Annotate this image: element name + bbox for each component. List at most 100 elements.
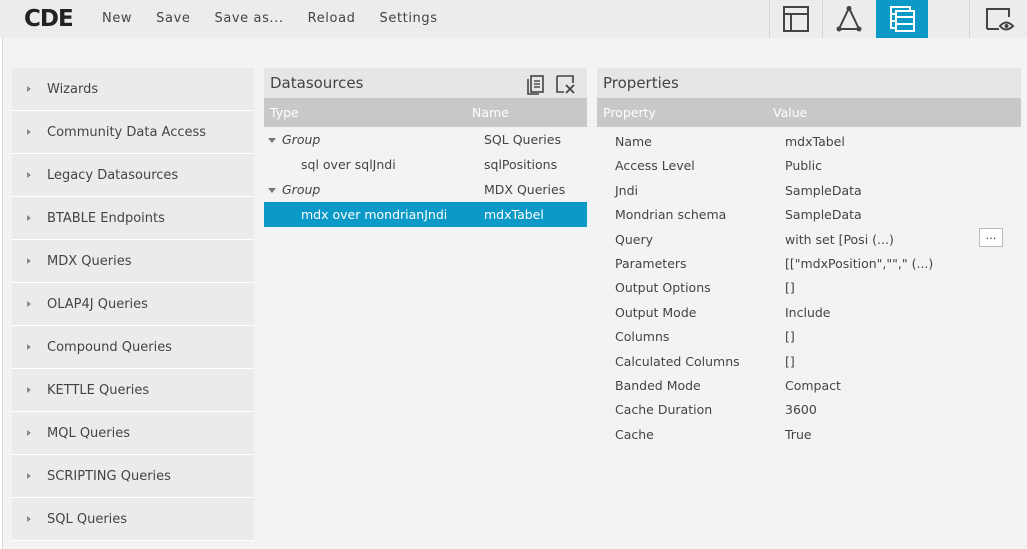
property-name: Query <box>615 231 653 247</box>
property-name: Parameters <box>615 255 687 271</box>
property-value[interactable]: mdxTabel <box>785 134 845 149</box>
property-value[interactable]: [["mdxPosition",""," (...) <box>785 256 933 271</box>
palette-item-kettle-queries[interactable]: KETTLE Queries <box>12 369 254 412</box>
property-row-output-options[interactable]: Output Options [] <box>597 277 1021 301</box>
property-value[interactable]: Public <box>785 158 822 173</box>
settings-button[interactable]: Settings <box>380 0 438 38</box>
palette-item-legacy-datasources[interactable]: Legacy Datasources <box>12 154 254 197</box>
datasource-palette: Wizards Community Data Access Legacy Dat… <box>12 68 254 549</box>
property-row-jndi[interactable]: Jndi SampleData <box>597 180 1021 204</box>
main-menu: New Save Save as... Reload Settings <box>102 0 462 38</box>
edit-query-button[interactable]: ... <box>979 227 1003 247</box>
layout-mode-button[interactable] <box>769 0 822 38</box>
expand-arrow-icon <box>27 473 31 479</box>
palette-item-label: Legacy Datasources <box>47 167 179 183</box>
property-row-query[interactable]: Query with set [Posi (...) ... <box>597 227 1021 253</box>
palette-item-label: MQL Queries <box>47 425 131 441</box>
palette-item-sql-queries[interactable]: SQL Queries <box>12 498 254 541</box>
property-row-banded-mode[interactable]: Banded Mode Compact <box>597 375 1021 399</box>
expand-arrow-icon <box>27 215 31 221</box>
palette-item-label: KETTLE Queries <box>47 382 150 398</box>
expand-arrow-icon <box>27 258 31 264</box>
property-row-cache[interactable]: Cache True <box>597 424 1021 448</box>
property-name: Output Mode <box>615 304 697 320</box>
property-value[interactable]: True <box>785 427 812 442</box>
save-button[interactable]: Save <box>156 0 190 38</box>
property-row-access-level[interactable]: Access Level Public <box>597 155 1021 179</box>
datasources-column-header: Type Name <box>264 98 587 127</box>
cde-logo: CDE <box>24 4 74 34</box>
property-row-columns[interactable]: Columns [] <box>597 326 1021 350</box>
datasource-row-mdxtabel[interactable]: mdx over mondrianJndi mdxTabel <box>264 202 587 227</box>
name-column-header: Name <box>472 105 509 120</box>
expand-arrow-icon <box>27 430 31 436</box>
properties-panel-header: Properties <box>597 68 1021 98</box>
properties-panel: Properties Property Value Name mdxTabel … <box>597 68 1021 448</box>
property-row-parameters[interactable]: Parameters [["mdxPosition",""," (...) <box>597 253 1021 277</box>
components-mode-button[interactable] <box>822 0 875 38</box>
save-as-button[interactable]: Save as... <box>214 0 283 38</box>
property-name: Cache Duration <box>615 402 713 418</box>
property-value[interactable]: SampleData <box>785 183 862 198</box>
property-name: Banded Mode <box>615 377 701 393</box>
preview-mode-button[interactable] <box>969 0 1027 38</box>
expand-arrow-icon <box>27 387 31 393</box>
duplicate-icon[interactable] <box>525 73 547 95</box>
new-button[interactable]: New <box>102 0 132 38</box>
property-name: Output Options <box>615 280 711 296</box>
property-value[interactable]: [] <box>785 329 795 344</box>
property-row-calculated-columns[interactable]: Calculated Columns [] <box>597 351 1021 375</box>
row-name: MDX Queries <box>484 182 566 197</box>
property-row-mondrian-schema[interactable]: Mondrian schema SampleData <box>597 204 1021 228</box>
collapse-arrow-icon[interactable] <box>268 138 276 143</box>
palette-item-label: MDX Queries <box>47 253 132 269</box>
palette-item-wizards[interactable]: Wizards <box>12 68 254 111</box>
datasources-panel: Datasources Type Name Group SQL Queries … <box>264 68 587 227</box>
collapse-arrow-icon[interactable] <box>268 188 276 193</box>
property-name: Name <box>615 134 652 149</box>
palette-item-btable-endpoints[interactable]: BTABLE Endpoints <box>12 197 254 240</box>
row-name: SQL Queries <box>484 132 561 147</box>
palette-item-compound-queries[interactable]: Compound Queries <box>12 326 254 369</box>
logo-text: CDE <box>24 6 74 32</box>
row-name: sqlPositions <box>484 157 558 172</box>
palette-item-label: Community Data Access <box>47 124 207 140</box>
palette-item-label: SCRIPTING Queries <box>47 468 171 484</box>
property-value[interactable]: Compact <box>785 378 841 393</box>
property-name: Columns <box>615 329 670 345</box>
type-column-header: Type <box>270 105 299 120</box>
reload-button[interactable]: Reload <box>308 0 356 38</box>
group-row-sql-queries[interactable]: Group SQL Queries <box>264 127 587 152</box>
property-row-output-mode[interactable]: Output Mode Include <box>597 302 1021 326</box>
property-name: Mondrian schema <box>615 207 727 223</box>
property-value[interactable]: with set [Posi (...) <box>785 232 894 247</box>
properties-title: Properties <box>603 74 679 92</box>
datasources-title: Datasources <box>270 74 364 92</box>
property-name: Cache <box>615 426 654 442</box>
datasources-panel-header: Datasources <box>264 68 587 98</box>
row-type: sql over sqlJndi <box>301 157 396 172</box>
palette-item-mdx-queries[interactable]: MDX Queries <box>12 240 254 283</box>
datasources-mode-button[interactable] <box>876 0 928 38</box>
palette-item-label: BTABLE Endpoints <box>47 210 165 226</box>
property-value[interactable]: 3600 <box>785 402 817 417</box>
preview-icon <box>986 8 1015 31</box>
property-row-name[interactable]: Name mdxTabel <box>597 131 1021 155</box>
palette-item-scripting-queries[interactable]: SCRIPTING Queries <box>12 455 254 498</box>
delete-icon[interactable] <box>554 73 576 95</box>
palette-item-mql-queries[interactable]: MQL Queries <box>12 412 254 455</box>
property-column-header: Property <box>603 105 656 120</box>
datasource-row-sqlpositions[interactable]: sql over sqlJndi sqlPositions <box>264 152 587 177</box>
palette-item-olap4j-queries[interactable]: OLAP4J Queries <box>12 283 254 326</box>
expand-arrow-icon <box>27 86 31 92</box>
group-row-mdx-queries[interactable]: Group MDX Queries <box>264 177 587 202</box>
property-value[interactable]: SampleData <box>785 207 862 222</box>
palette-item-community-data-access[interactable]: Community Data Access <box>12 111 254 154</box>
property-row-cache-duration[interactable]: Cache Duration 3600 <box>597 399 1021 423</box>
row-type: Group <box>282 182 321 197</box>
property-name: Calculated Columns <box>615 353 740 369</box>
property-value[interactable]: Include <box>785 305 831 320</box>
row-name: mdxTabel <box>484 207 544 222</box>
property-value[interactable]: [] <box>785 280 795 295</box>
property-value[interactable]: [] <box>785 354 795 369</box>
